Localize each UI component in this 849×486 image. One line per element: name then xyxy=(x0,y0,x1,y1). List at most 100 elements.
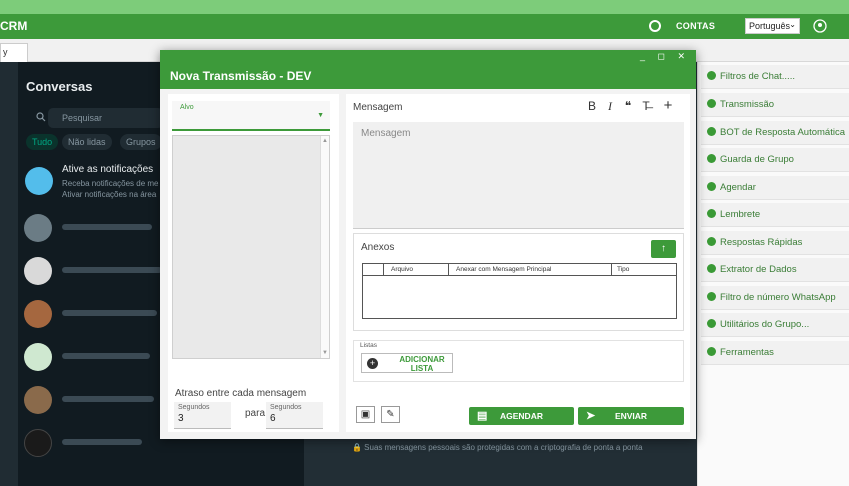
list-item[interactable] xyxy=(62,396,154,402)
add-list-button[interactable]: + ADICIONAR LISTA xyxy=(361,353,453,373)
quote-button[interactable]: ❝ xyxy=(621,99,635,113)
whatsapp-icon xyxy=(707,292,716,301)
robot-icon xyxy=(707,127,716,136)
attachments-label: Anexos xyxy=(361,242,395,253)
menu-item-label: Filtro de número WhatsApp xyxy=(720,292,836,303)
top-accent-strip xyxy=(0,0,849,14)
edit-icon: ✎ xyxy=(386,409,395,420)
schedule-button[interactable]: ▤ AGENDAR xyxy=(469,407,574,425)
avatar[interactable] xyxy=(24,300,52,328)
avatar[interactable] xyxy=(24,257,52,285)
whatsapp-nav-rail xyxy=(0,62,18,486)
menu-item-label: BOT de Resposta Automática xyxy=(720,127,845,138)
user-export-icon xyxy=(707,264,716,273)
italic-button[interactable]: I xyxy=(603,99,617,113)
modal-window-bar: _ ◻ ✕ xyxy=(160,50,696,63)
target-list[interactable]: ▲ ▼ xyxy=(172,135,330,359)
send-label: ENVIAR xyxy=(614,411,648,421)
notification-title[interactable]: Ative as notificações xyxy=(62,164,153,175)
save-button[interactable]: ▣ xyxy=(356,406,375,423)
list-item[interactable] xyxy=(62,267,162,273)
delay-max-input[interactable]: Segundos 6 xyxy=(266,402,323,429)
delay-between-label: para xyxy=(245,408,266,419)
menu-item-label: Transmissão xyxy=(720,99,775,110)
contas-button[interactable]: CONTAS xyxy=(676,21,715,31)
list-item[interactable] xyxy=(62,224,152,230)
scroll-down-arrow-icon[interactable]: ▼ xyxy=(322,350,328,356)
menu-item-data-extractor[interactable]: Extrator de Dados xyxy=(701,258,849,282)
menu-item-reminder[interactable]: Lembrete xyxy=(701,203,849,227)
window-controls[interactable]: _ ◻ ✕ xyxy=(640,51,690,62)
language-select[interactable]: Português ⌄ xyxy=(745,18,800,34)
upload-arrow-icon: ↑ xyxy=(661,243,666,254)
message-label: Mensagem xyxy=(353,102,403,113)
column-header-file: Arquivo xyxy=(391,266,414,273)
schedule-label: AGENDAR xyxy=(500,411,543,421)
delay-min-input[interactable]: Segundos 3 xyxy=(174,402,231,429)
menu-item-tools[interactable]: Ferramentas xyxy=(701,341,849,365)
upload-button[interactable]: ↑ xyxy=(651,240,676,258)
plus-icon: + xyxy=(367,358,378,369)
users-icon xyxy=(707,319,716,328)
add-format-button[interactable]: + xyxy=(661,98,675,113)
filter-icon xyxy=(707,71,716,80)
user-icon[interactable] xyxy=(813,19,827,33)
menu-item-broadcast[interactable]: Transmissão xyxy=(701,93,849,117)
chevron-down-icon: ⌄ xyxy=(789,20,796,29)
scroll-up-arrow-icon[interactable]: ▲ xyxy=(322,138,328,144)
menu-item-auto-reply-bot[interactable]: BOT de Resposta Automática xyxy=(701,121,849,145)
list-item[interactable] xyxy=(62,310,157,316)
send-icon xyxy=(707,99,716,108)
search-icon xyxy=(36,112,46,122)
language-value: Português xyxy=(749,21,791,31)
list-item[interactable] xyxy=(62,353,150,359)
avatar[interactable] xyxy=(24,343,52,371)
shield-icon xyxy=(707,154,716,163)
delay-max-value: 6 xyxy=(270,413,276,424)
avatar[interactable] xyxy=(24,429,52,457)
whatsapp-icon[interactable] xyxy=(648,19,662,33)
clock-icon xyxy=(707,182,716,191)
attachments-table: Arquivo Anexar com Mensagem Principal Ti… xyxy=(362,263,677,319)
menu-item-group-utilities[interactable]: Utilitários do Grupo... xyxy=(701,313,849,337)
broadcast-modal: _ ◻ ✕ Nova Transmissão - DEV Alvo ▼ ▲ ▼ … xyxy=(160,50,696,439)
notification-line: Ativar notificações na área xyxy=(62,190,157,199)
filter-chip-groups[interactable]: Grupos xyxy=(120,134,162,150)
menu-item-schedule[interactable]: Agendar xyxy=(701,176,849,200)
app-topbar: CRM CONTAS Português ⌄ xyxy=(0,14,849,39)
menu-item-label: Agendar xyxy=(720,182,756,193)
menu-item-group-guard[interactable]: Guarda de Grupo xyxy=(701,148,849,172)
column-divider xyxy=(383,264,384,276)
avatar[interactable] xyxy=(24,214,52,242)
edit-button[interactable]: ✎ xyxy=(381,406,400,423)
alvo-select[interactable]: Alvo ▼ xyxy=(172,101,330,131)
tab-main[interactable]: y xyxy=(0,43,28,63)
menu-item-quick-replies[interactable]: Respostas Rápidas xyxy=(701,231,849,255)
conversations-title: Conversas xyxy=(26,79,93,94)
send-button[interactable]: ➤ ENVIAR xyxy=(578,407,684,425)
menu-item-label: Lembrete xyxy=(720,209,761,220)
search-input[interactable]: Pesquisar xyxy=(48,108,163,128)
bold-button[interactable]: B xyxy=(585,99,599,113)
list-item[interactable] xyxy=(62,439,142,445)
filter-chip-all[interactable]: Tudo xyxy=(26,134,59,150)
dropdown-arrow-icon: ▼ xyxy=(317,112,324,119)
app-title: CRM xyxy=(0,19,28,33)
delay-max-caption: Segundos xyxy=(270,404,302,411)
menu-item-chat-filters[interactable]: Filtros de Chat..... xyxy=(701,65,849,89)
column-header-type: Tipo xyxy=(617,266,630,273)
menu-item-label: Guarda de Grupo xyxy=(720,154,794,165)
avatar[interactable] xyxy=(24,386,52,414)
menu-item-number-filter[interactable]: Filtro de número WhatsApp xyxy=(701,286,849,310)
menu-item-label: Utilitários do Grupo... xyxy=(720,319,810,330)
column-divider xyxy=(611,264,612,276)
lists-label: Listas xyxy=(360,342,377,349)
delay-min-caption: Segundos xyxy=(178,404,210,411)
menu-item-label: Ferramentas xyxy=(720,347,774,358)
menu-item-label: Extrator de Dados xyxy=(720,264,797,275)
encryption-note: 🔒 Suas mensagens pessoais são protegidas… xyxy=(352,443,643,452)
strikethrough-button[interactable]: T̶ xyxy=(639,99,653,113)
target-list-content xyxy=(173,136,321,358)
filter-chip-unread[interactable]: Não lidas xyxy=(62,134,112,150)
message-textarea[interactable]: Mensagem xyxy=(353,122,684,229)
